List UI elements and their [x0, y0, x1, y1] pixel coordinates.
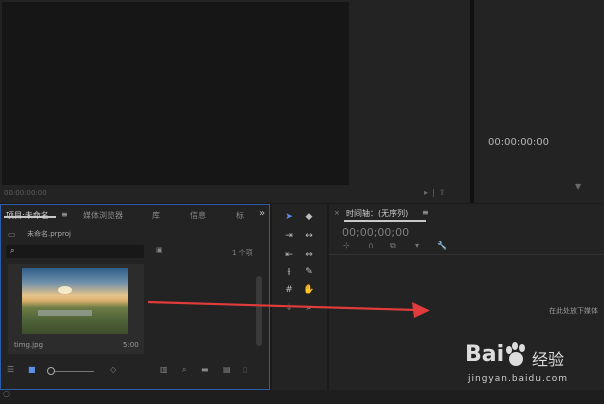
- source-video-area[interactable]: [2, 2, 349, 185]
- status-icon: ○: [3, 389, 10, 398]
- program-monitor[interactable]: [474, 0, 604, 203]
- marker-icon[interactable]: ▼: [575, 182, 581, 191]
- close-icon[interactable]: ×: [334, 209, 340, 217]
- active-tab-indicator: [4, 216, 56, 218]
- selection-tool-icon[interactable]: ➤: [281, 212, 297, 222]
- search-icon: ⌕: [10, 246, 15, 255]
- timeline-title[interactable]: 时间轴：(无序列): [346, 208, 408, 219]
- thumbnail-sun: [58, 286, 72, 294]
- rolling-edit-tool-icon[interactable]: ⇤: [281, 250, 297, 260]
- add-marker-icon[interactable]: ▾: [415, 241, 419, 250]
- arrow-head: [412, 302, 430, 318]
- hand-tool-icon[interactable]: ✋: [301, 285, 317, 295]
- media-item-name: timg.jpg: [14, 341, 44, 349]
- list-view-icon[interactable]: ☰: [7, 365, 14, 374]
- media-thumbnail-image[interactable]: [22, 268, 128, 334]
- more-tabs-icon[interactable]: »: [259, 208, 265, 219]
- insert-icon[interactable]: ▸|: [424, 188, 439, 197]
- tab-info[interactable]: 信息: [190, 210, 206, 221]
- program-timecode[interactable]: 00:00:00:00: [488, 137, 549, 148]
- export-frame-icon[interactable]: ⇪: [439, 188, 450, 197]
- source-export-controls[interactable]: ▸|⇪: [424, 188, 449, 197]
- source-timecode[interactable]: 00:00:00:00: [4, 189, 47, 197]
- thumbnail-water: [38, 310, 92, 316]
- trash-icon[interactable]: ▯: [243, 365, 247, 374]
- rate-stretch-tool-icon[interactable]: ↔: [301, 231, 317, 241]
- automate-to-sequence-icon[interactable]: ▥: [160, 365, 168, 374]
- annotation-arrow: [147, 300, 430, 318]
- sort-icon[interactable]: ◇: [110, 365, 116, 374]
- new-bin-icon[interactable]: ▣: [156, 246, 163, 254]
- razor-tool-icon[interactable]: ⫲: [281, 267, 297, 277]
- media-item-duration: 5:00: [123, 341, 139, 349]
- slip-tool-icon[interactable]: #: [281, 285, 297, 295]
- snap-icon[interactable]: ∩: [368, 241, 374, 250]
- item-count: 1 个项: [232, 249, 253, 257]
- icon-view-icon[interactable]: ■: [28, 365, 36, 374]
- watermark-brand: 经验: [532, 350, 565, 369]
- timeline-tab-indicator: [344, 220, 426, 222]
- new-item-icon[interactable]: ▤: [223, 365, 231, 374]
- paw-icon: [506, 342, 525, 366]
- search-input[interactable]: [6, 245, 144, 258]
- wrench-icon[interactable]: 🔧: [437, 241, 447, 250]
- status-bar: [0, 390, 604, 404]
- linked-selection-icon[interactable]: ⧉: [390, 241, 396, 251]
- timeline-timecode[interactable]: 00;00;00;00: [342, 226, 409, 239]
- nest-icon[interactable]: ⊹: [343, 241, 350, 250]
- panel-menu-icon[interactable]: ≡: [61, 210, 68, 219]
- arrow-shaft: [147, 300, 417, 312]
- slide-tool-icon[interactable]: ⇔: [301, 250, 317, 260]
- zoom-slider-handle[interactable]: [47, 367, 55, 375]
- track-select-tool-icon[interactable]: ◆: [301, 212, 317, 222]
- folder-icon: ▭: [8, 230, 16, 239]
- drop-media-hint: 在此处放下媒体: [549, 307, 598, 315]
- find-icon[interactable]: ⌕: [182, 365, 186, 375]
- pen-tool-icon[interactable]: ✎: [301, 267, 317, 277]
- timeline-menu-icon[interactable]: ≡: [422, 208, 429, 217]
- watermark-url: jingyan.baidu.com: [468, 374, 569, 384]
- ripple-edit-tool-icon[interactable]: ⇥: [281, 231, 297, 241]
- timeline-divider: [329, 254, 604, 255]
- project-file-name: 未命名.prproj: [27, 230, 71, 238]
- tab-libraries[interactable]: 库: [152, 210, 160, 221]
- watermark-logo: Bai: [465, 342, 505, 367]
- new-folder-icon[interactable]: ▬: [201, 365, 209, 374]
- tab-media-browser[interactable]: 媒体浏览器: [83, 210, 123, 221]
- tab-markers[interactable]: 标: [236, 210, 244, 221]
